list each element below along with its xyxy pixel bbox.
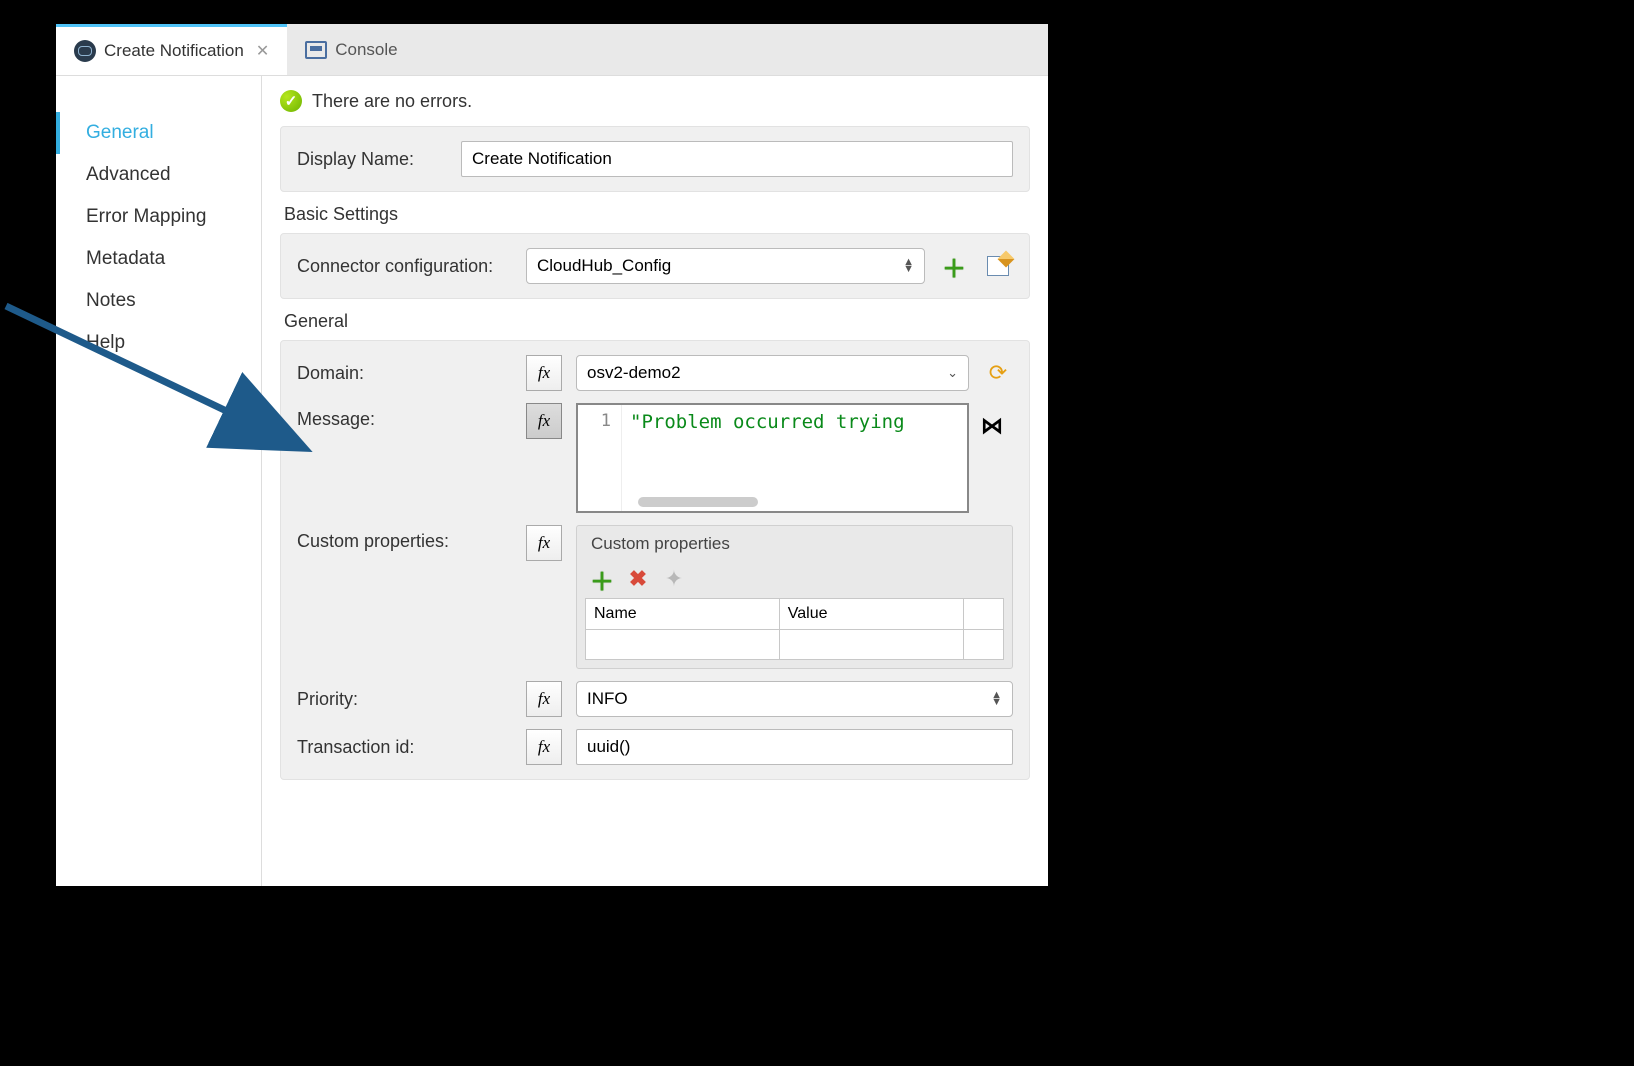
custom-properties-panel: Custom properties ＋ ✖ ✦ Name Value — [576, 525, 1013, 669]
edit-icon — [987, 256, 1009, 276]
tab-console[interactable]: Console — [287, 24, 415, 75]
domain-label: Domain: — [297, 363, 512, 384]
edit-config-button[interactable] — [983, 251, 1013, 281]
priority-label: Priority: — [297, 689, 512, 710]
horizontal-scrollbar[interactable] — [638, 497, 758, 507]
console-icon — [305, 41, 327, 59]
general-panel: Domain: fx osv2-demo2 ⌄ ⟳ Message: fx 1 … — [280, 340, 1030, 780]
custom-properties-table[interactable]: Name Value — [585, 598, 1004, 660]
connector-config-select[interactable]: CloudHub_Config ▲▼ — [526, 248, 925, 284]
add-config-button[interactable]: ＋ — [939, 251, 969, 281]
fx-toggle-custom-properties[interactable]: fx — [526, 525, 562, 561]
link-icon: ✦ — [665, 566, 683, 592]
column-value: Value — [779, 599, 963, 630]
basic-settings-title: Basic Settings — [284, 204, 1030, 225]
plus-icon: ＋ — [942, 249, 966, 284]
general-section-title: General — [284, 311, 1030, 332]
column-name: Name — [586, 599, 780, 630]
priority-select[interactable]: INFO ▲▼ — [576, 681, 1013, 717]
message-code-text: "Problem occurred trying — [622, 405, 967, 511]
chevron-down-icon: ⌄ — [947, 365, 958, 381]
domain-select[interactable]: osv2-demo2 ⌄ — [576, 355, 969, 391]
config-editor-window: Create Notification ✕ Console General Ad… — [56, 24, 1048, 886]
sidebar-item-error-mapping[interactable]: Error Mapping — [56, 196, 261, 238]
select-arrows-icon: ▲▼ — [903, 259, 914, 273]
link-property-button: ✦ — [659, 564, 689, 594]
check-icon: ✓ — [280, 90, 302, 112]
select-arrows-icon: ▲▼ — [991, 692, 1002, 706]
content-area: General Advanced Error Mapping Metadata … — [56, 76, 1048, 886]
fx-toggle-message[interactable]: fx — [526, 403, 562, 439]
priority-value: INFO — [587, 689, 628, 709]
refresh-button[interactable]: ⟳ — [983, 358, 1013, 388]
table-header-row: Name Value — [586, 599, 1004, 630]
column-actions — [964, 599, 1004, 630]
sidebar-item-advanced[interactable]: Advanced — [56, 154, 261, 196]
tab-label: Create Notification — [104, 41, 244, 61]
main-panel: ✓ There are no errors. Display Name: Bas… — [262, 76, 1048, 886]
editor-gutter: 1 — [578, 405, 622, 511]
fx-toggle-domain[interactable]: fx — [526, 355, 562, 391]
display-name-panel: Display Name: — [280, 126, 1030, 192]
connector-config-label: Connector configuration: — [297, 256, 512, 277]
basic-settings-panel: Connector configuration: CloudHub_Config… — [280, 233, 1030, 299]
tab-create-notification[interactable]: Create Notification ✕ — [56, 24, 287, 75]
domain-value: osv2-demo2 — [587, 363, 681, 383]
fx-toggle-transaction-id[interactable]: fx — [526, 729, 562, 765]
tab-bar: Create Notification ✕ Console — [56, 24, 1048, 76]
sidebar-item-general[interactable]: General — [56, 112, 261, 154]
flow-node-icon — [74, 40, 96, 62]
message-code-editor[interactable]: 1 "Problem occurred trying ⋈ — [576, 403, 969, 513]
sidebar-item-notes[interactable]: Notes — [56, 280, 261, 322]
sidebar-item-metadata[interactable]: Metadata — [56, 238, 261, 280]
sidebar: General Advanced Error Mapping Metadata … — [56, 76, 262, 886]
custom-properties-label: Custom properties: — [297, 525, 512, 552]
remove-property-button[interactable]: ✖ — [623, 564, 653, 594]
x-icon: ✖ — [629, 566, 647, 592]
tab-label: Console — [335, 40, 397, 60]
custom-properties-panel-title: Custom properties — [591, 534, 1004, 554]
add-property-button[interactable]: ＋ — [587, 564, 617, 594]
transaction-id-label: Transaction id: — [297, 737, 512, 758]
plus-icon: ＋ — [590, 562, 614, 597]
close-icon[interactable]: ✕ — [256, 41, 269, 61]
transaction-id-input[interactable] — [576, 729, 1013, 765]
display-name-label: Display Name: — [297, 149, 447, 170]
status-row: ✓ There are no errors. — [280, 90, 1030, 112]
display-name-input[interactable] — [461, 141, 1013, 177]
fx-toggle-priority[interactable]: fx — [526, 681, 562, 717]
table-row[interactable] — [586, 630, 1004, 660]
connector-config-value: CloudHub_Config — [537, 256, 671, 276]
sidebar-item-help[interactable]: Help — [56, 322, 261, 364]
custom-properties-toolbar: ＋ ✖ ✦ — [585, 560, 1004, 598]
message-label: Message: — [297, 403, 512, 430]
status-text: There are no errors. — [312, 91, 472, 112]
dataweave-icon[interactable]: ⋈ — [975, 411, 1005, 441]
